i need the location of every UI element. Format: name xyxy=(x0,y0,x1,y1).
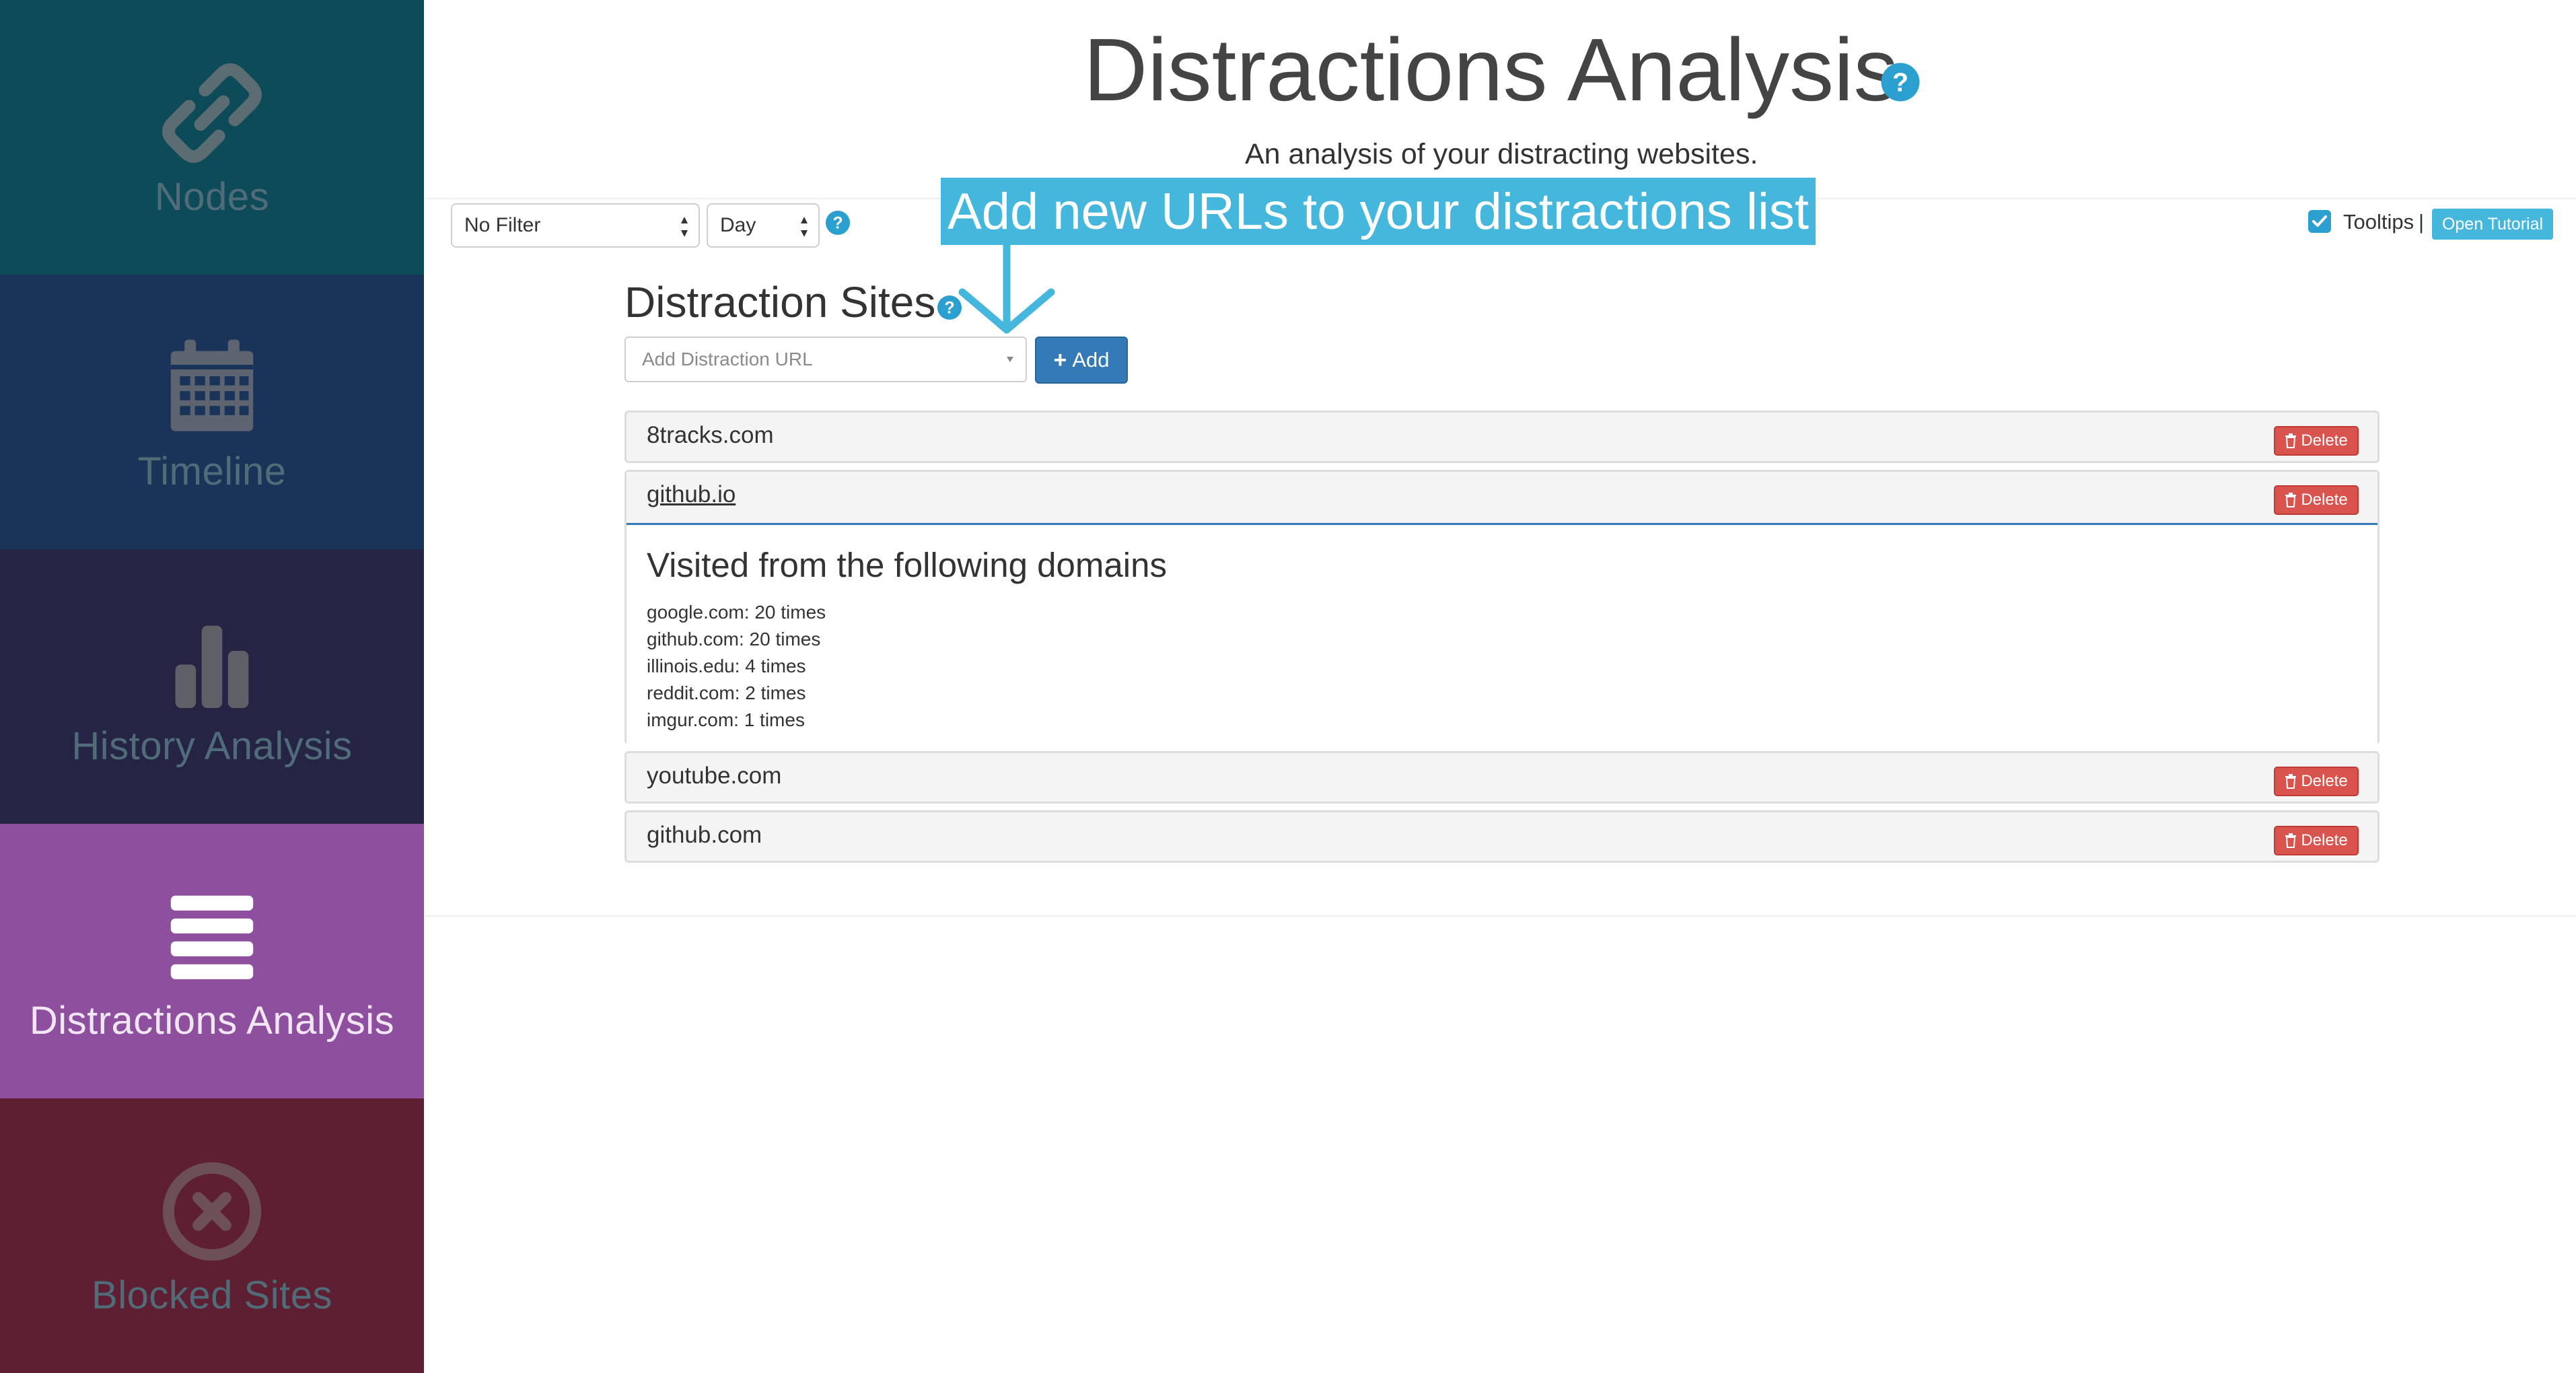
sidebar-item-nodes[interactable]: Nodes xyxy=(0,0,424,275)
help-icon[interactable]: ? xyxy=(1880,62,1921,102)
separator: | xyxy=(2419,210,2425,234)
distraction-site-row[interactable]: youtube.com Delete xyxy=(624,751,2380,804)
svg-text:?: ? xyxy=(944,300,954,318)
sidebar-item-label: History Analysis xyxy=(71,724,353,768)
sidebar-item-distractions-analysis[interactable]: Distractions Analysis xyxy=(0,824,424,1098)
period-select[interactable]: Day xyxy=(707,203,820,248)
period-select-value: Day xyxy=(720,214,756,236)
svg-text:?: ? xyxy=(1892,69,1908,98)
site-detail-panel: Visited from the following domains googl… xyxy=(627,525,2377,746)
delete-label: Delete xyxy=(2301,772,2348,790)
page-subtitle: An analysis of your distracting websites… xyxy=(1245,138,1758,170)
distraction-site-row[interactable]: github.com Delete xyxy=(624,810,2380,863)
delete-button[interactable]: Delete xyxy=(2274,485,2359,515)
svg-text:?: ? xyxy=(832,215,843,233)
select-arrows-icon xyxy=(801,217,808,237)
site-url: youtube.com xyxy=(647,763,782,789)
sidebar-item-history-analysis[interactable]: History Analysis xyxy=(0,549,424,824)
sidebar-item-label: Distractions Analysis xyxy=(29,998,395,1043)
site-url: github.com xyxy=(647,822,762,848)
callout-arrow-icon xyxy=(958,244,1055,334)
section-heading: Distraction Sites xyxy=(624,278,936,326)
delete-button[interactable]: Delete xyxy=(2274,426,2359,456)
site-url[interactable]: github.io xyxy=(647,481,736,508)
list-icon xyxy=(170,895,254,979)
divider xyxy=(425,915,2576,917)
delete-button[interactable]: Delete xyxy=(2274,826,2359,855)
trash-icon xyxy=(2285,433,2297,448)
delete-label: Delete xyxy=(2301,491,2348,509)
calendar-icon xyxy=(170,339,254,431)
delete-label: Delete xyxy=(2301,831,2348,849)
domains-list: google.com: 20 times github.com: 20 time… xyxy=(647,599,826,734)
bar-chart-icon xyxy=(175,625,249,708)
tooltips-label: Tooltips xyxy=(2343,210,2414,234)
list-item: github.com: 20 times xyxy=(647,629,821,649)
sidebar-item-label: Blocked Sites xyxy=(92,1273,332,1317)
link-icon xyxy=(162,63,262,163)
sidebar-item-blocked-sites[interactable]: Blocked Sites xyxy=(0,1098,424,1373)
open-tutorial-button[interactable]: Open Tutorial xyxy=(2432,209,2553,240)
trash-icon xyxy=(2285,493,2297,507)
add-url-placeholder: Add Distraction URL xyxy=(642,349,813,369)
sidebar-item-timeline[interactable]: Timeline xyxy=(0,275,424,549)
help-icon[interactable]: ? xyxy=(825,210,851,236)
distraction-site-row[interactable]: 8tracks.com Delete xyxy=(624,411,2380,463)
sidebar: Nodes Timeline History Analysis Distract… xyxy=(0,0,424,1373)
delete-label: Delete xyxy=(2301,431,2348,450)
list-item: google.com: 20 times xyxy=(647,602,826,623)
sidebar-item-label: Timeline xyxy=(137,449,287,493)
add-distraction-url-input[interactable]: Add Distraction URL xyxy=(624,337,1027,382)
list-item: illinois.edu: 4 times xyxy=(647,656,806,676)
site-url: 8tracks.com xyxy=(647,422,774,448)
add-button[interactable]: + Add xyxy=(1035,337,1128,384)
tutorial-callout: Add new URLs to your distractions list xyxy=(941,178,1816,245)
blocked-circle-icon xyxy=(162,1162,262,1261)
select-arrows-icon xyxy=(681,217,688,237)
chevron-down-icon xyxy=(1007,357,1013,362)
domains-heading: Visited from the following domains xyxy=(647,546,1167,584)
list-item: imgur.com: 1 times xyxy=(647,709,805,730)
trash-icon xyxy=(2285,774,2297,789)
filter-select-value: No Filter xyxy=(464,214,541,236)
trash-icon xyxy=(2285,833,2297,848)
plus-icon: + xyxy=(1053,347,1067,373)
list-item: reddit.com: 2 times xyxy=(647,682,806,703)
check-icon xyxy=(2312,215,2327,227)
sidebar-item-label: Nodes xyxy=(154,174,270,219)
distraction-site-row[interactable]: github.io Delete Visited from the follow… xyxy=(624,470,2380,746)
help-icon[interactable]: ? xyxy=(937,295,962,320)
page-title: Distractions Analysis xyxy=(1083,20,1898,119)
add-button-label: Add xyxy=(1072,348,1110,372)
delete-button[interactable]: Delete xyxy=(2274,767,2359,796)
filter-select[interactable]: No Filter xyxy=(451,203,700,248)
tooltips-checkbox[interactable] xyxy=(2308,210,2331,233)
